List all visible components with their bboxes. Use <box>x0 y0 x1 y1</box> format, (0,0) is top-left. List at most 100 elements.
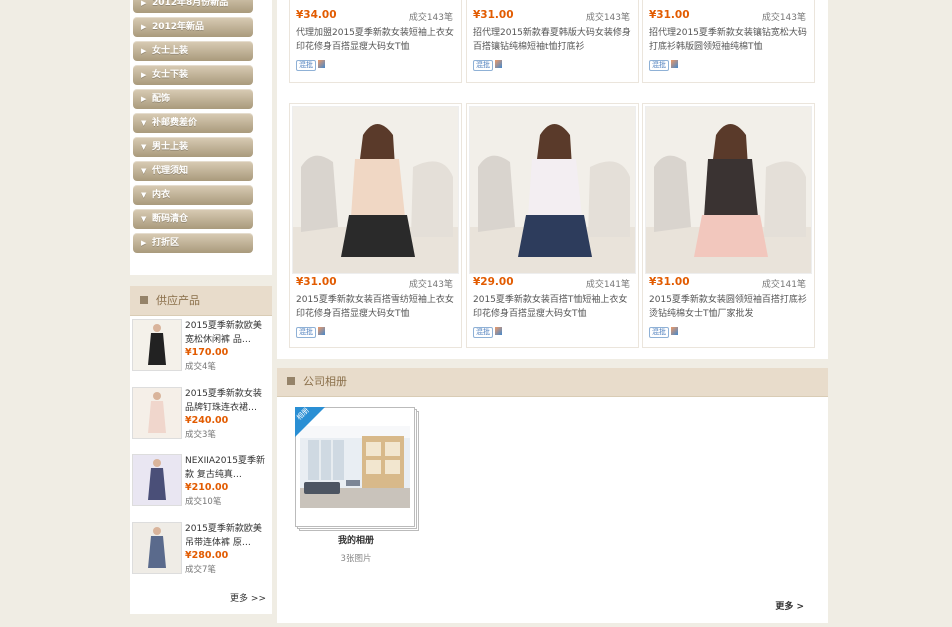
triangle-right-icon: ▶ <box>141 239 147 247</box>
product-thumbnail[interactable] <box>132 454 182 506</box>
supply-product-title[interactable]: 2015夏季新款女装品牌钉珠连衣裙… <box>185 387 267 415</box>
product-image[interactable] <box>469 106 636 274</box>
product-title[interactable]: 2015夏季新款女装百搭T恤短袖上衣女 印花修身百搭显瘦大码女T恤 <box>473 293 633 321</box>
supply-products-header: 供应产品 <box>130 286 272 316</box>
supply-product-title[interactable]: 2015夏季新款欧美吊带连体裤 原… <box>185 522 267 550</box>
category-label: 补邮费差价 <box>152 118 198 128</box>
category-button[interactable]: ▼ 代理须知 <box>133 161 253 181</box>
mixed-batch-tag[interactable]: 混批 <box>296 327 316 338</box>
mixed-batch-tag[interactable]: 混批 <box>473 60 493 71</box>
supply-product-item[interactable]: NEXIIA2015夏季新款 复古纯真… ¥210.00 成交10笔 <box>130 451 272 519</box>
square-bullet-icon <box>140 296 148 304</box>
product-card[interactable]: ¥31.00 成交143笔招代理2015夏季新款女装镶钻宽松大码打底衫韩版圆领短袖… <box>642 0 815 83</box>
product-price: ¥31.00 <box>296 276 337 288</box>
product-card[interactable]: ¥31.00 成交143笔 2015夏季新款女装百搭雪纺短袖上衣女 印花修身百搭显瘦… <box>289 103 462 348</box>
product-price: ¥31.00 <box>649 9 690 21</box>
product-title[interactable]: 招代理2015新款春夏韩版大码女装修身百搭镶钻纯棉短袖t恤打底衫 <box>473 26 633 54</box>
mixed-batch-tag[interactable]: 混批 <box>649 327 669 338</box>
category-button[interactable]: ▼ 男士上装 <box>133 137 253 157</box>
product-price: ¥29.00 <box>473 276 514 288</box>
company-album-title: 公司相册 <box>303 375 347 388</box>
supply-product-item[interactable]: 2015夏季新款欧美宽松休闲裤 品… ¥170.00 成交4笔 <box>130 316 272 384</box>
supply-product-title[interactable]: 2015夏季新款欧美宽松休闲裤 品… <box>185 319 267 347</box>
mixed-batch-tag[interactable]: 混批 <box>473 327 493 338</box>
supply-product-price: ¥280.00 <box>185 549 229 561</box>
album-item[interactable]: 相册 我的相册 3张图片 <box>295 406 419 564</box>
product-price: ¥31.00 <box>649 276 690 288</box>
category-label: 断码清仓 <box>152 214 189 224</box>
main-content: ¥34.00 成交143笔 代理加盟2015夏季新款女装短袖上衣女印花修身百搭显瘦大… <box>277 0 828 623</box>
category-label: 内衣 <box>152 190 171 200</box>
product-price: ¥34.00 <box>296 9 337 21</box>
supply-product-item[interactable]: 2015夏季新款女装品牌钉珠连衣裙… ¥240.00 成交3笔 <box>130 384 272 452</box>
triangle-down-icon: ▼ <box>141 215 147 223</box>
category-button[interactable]: ▶ 女士上装 <box>133 41 253 61</box>
product-image[interactable] <box>645 106 812 274</box>
triangle-right-icon: ▶ <box>141 95 147 103</box>
product-title[interactable]: 2015夏季新款女装百搭雪纺短袖上衣女 印花修身百搭显瘦大码女T恤 <box>296 293 456 321</box>
supply-product-title[interactable]: NEXIIA2015夏季新款 复古纯真… <box>185 454 267 482</box>
triangle-right-icon: ▶ <box>141 47 147 55</box>
triangle-down-icon: ▼ <box>141 119 147 127</box>
album-name[interactable]: 我的相册 <box>295 533 417 546</box>
product-sold-count: 成交143笔 <box>408 280 453 290</box>
category-button[interactable]: ▼ 断码清仓 <box>133 209 253 229</box>
shield-icon <box>671 60 678 68</box>
supply-product-sold: 成交3笔 <box>185 429 216 440</box>
product-title[interactable]: 代理加盟2015夏季新款女装短袖上衣女印花修身百搭显瘦大码女T恤 <box>296 26 456 54</box>
category-button[interactable]: ▶ 打折区 <box>133 233 253 253</box>
product-card[interactable]: ¥29.00 成交141笔 2015夏季新款女装百搭T恤短袖上衣女 印花修身百搭显瘦… <box>466 103 639 348</box>
product-tags: 混批 <box>649 327 678 338</box>
product-thumbnail[interactable] <box>132 319 182 371</box>
shield-icon <box>318 327 325 335</box>
product-title[interactable]: 2015夏季新款女装圆领短袖百搭打底衫烫钻纯棉女士T恤厂家批发 <box>649 293 809 321</box>
mixed-batch-tag[interactable]: 混批 <box>649 60 669 71</box>
company-album-panel: 公司相册 相册 我的相册 3张图片 更多 > <box>277 368 828 623</box>
supply-product-item[interactable]: 2015夏季新款欧美吊带连体裤 原… ¥280.00 成交7笔 <box>130 519 272 587</box>
category-label: 2012年新品 <box>152 22 205 32</box>
product-card[interactable]: ¥31.00 成交141笔 2015夏季新款女装圆领短袖百搭打底衫烫钻纯棉女士T恤厂… <box>642 103 815 348</box>
category-label: 女士上装 <box>152 46 189 56</box>
product-tags: 混批 <box>649 60 678 71</box>
category-button[interactable]: ▶ 2012年新品 <box>133 17 253 37</box>
supply-product-list: 2015夏季新款欧美宽松休闲裤 品… ¥170.00 成交4笔 2015夏季新款女装品… <box>130 316 272 586</box>
category-row: ▶ 女士上装 <box>130 41 272 65</box>
product-thumbnail[interactable] <box>132 521 182 574</box>
category-button[interactable]: ▶ 配饰 <box>133 89 253 109</box>
product-sold-count: 成交143笔 <box>761 13 806 23</box>
category-button[interactable]: ▶ 2012年8月份新品 <box>133 0 253 13</box>
category-button[interactable]: ▼ 补邮费差价 <box>133 113 253 133</box>
supply-product-price: ¥210.00 <box>185 482 229 493</box>
category-row: ▶ 配饰 <box>130 89 272 113</box>
album-cover[interactable]: 相册 <box>295 406 419 531</box>
supply-products-title: 供应产品 <box>156 294 200 307</box>
triangle-right-icon: ▶ <box>141 23 147 31</box>
product-image[interactable] <box>292 106 459 274</box>
category-row: ▼ 男士上装 <box>130 137 272 161</box>
category-menu: ▶ 2012年8月份新品 ▶ 2012年新品 ▶ 女士上装 ▶ 女士下装 ▶ 配饰 ▼ 补邮费差价 ▼ 男… <box>130 0 272 275</box>
album-photo-count: 3张图片 <box>340 554 372 564</box>
category-label: 代理须知 <box>152 166 189 176</box>
category-row: ▼ 补邮费差价 <box>130 113 272 137</box>
category-row: ▼ 代理须知 <box>130 161 272 185</box>
product-thumbnail[interactable] <box>132 386 182 439</box>
product-sold-count: 成交141笔 <box>761 280 806 290</box>
category-row: ▼ 断码清仓 <box>130 209 272 233</box>
supply-more-link[interactable]: 更多 >> <box>130 586 272 614</box>
product-title[interactable]: 招代理2015夏季新款女装镶钻宽松大码打底衫韩版圆领短袖纯棉T恤 <box>649 26 809 54</box>
triangle-down-icon: ▼ <box>141 191 147 199</box>
product-card[interactable]: ¥31.00 成交143笔 招代理2015新款春夏韩版大码女装修身百搭镶钻纯棉短袖t… <box>466 0 639 83</box>
category-button[interactable]: ▶ 女士下装 <box>133 65 253 85</box>
supply-product-price: ¥240.00 <box>185 414 229 426</box>
shield-icon <box>318 60 325 68</box>
shield-icon <box>495 60 502 68</box>
square-bullet-icon <box>287 377 295 385</box>
category-row: ▶ 2012年8月份新品 <box>130 0 272 17</box>
product-card[interactable]: ¥34.00 成交143笔 代理加盟2015夏季新款女装短袖上衣女印花修身百搭显瘦大… <box>289 0 462 83</box>
mixed-batch-tag[interactable]: 混批 <box>296 60 316 71</box>
category-button[interactable]: ▼ 内衣 <box>133 185 253 205</box>
album-more-link[interactable]: 更多 > <box>775 599 804 612</box>
triangle-right-icon: ▶ <box>141 0 147 7</box>
triangle-right-icon: ▶ <box>141 71 147 79</box>
product-grid: ¥34.00 成交143笔 代理加盟2015夏季新款女装短袖上衣女印花修身百搭显瘦大… <box>277 0 828 359</box>
